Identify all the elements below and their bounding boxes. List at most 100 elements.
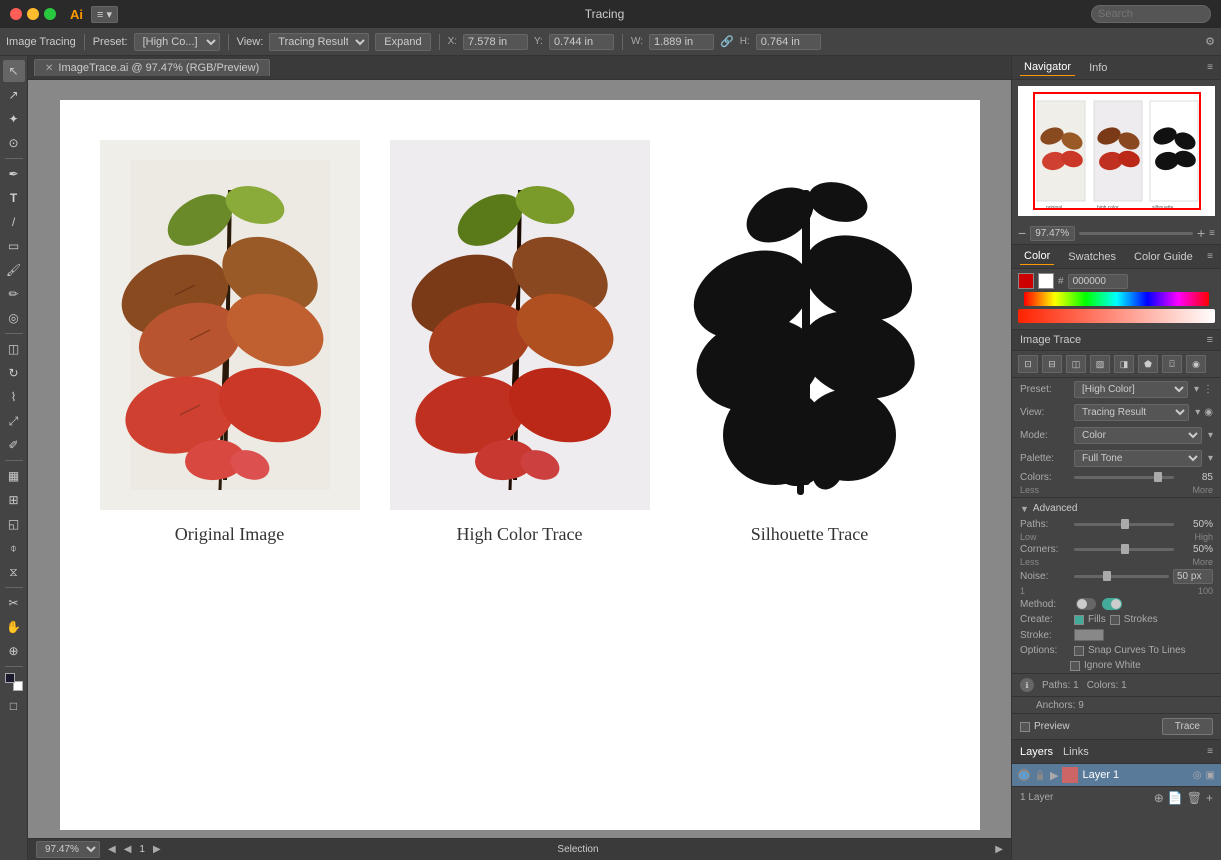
add-layer-button[interactable]: + <box>1206 791 1213 805</box>
layers-collapse-button[interactable]: ≡ <box>1207 746 1213 757</box>
blend-tool-button[interactable]: ⧖ <box>3 561 25 583</box>
zoom-in-button[interactable]: + <box>1197 225 1205 241</box>
warp-tool-button[interactable]: ⌇ <box>3 386 25 408</box>
preset-arrow-icon[interactable]: ▾ <box>1194 384 1199 395</box>
layer-lock-icon[interactable] <box>1034 769 1046 781</box>
y-input[interactable] <box>549 34 614 50</box>
layer-1-item[interactable]: ▶ Layer 1 ◎ ▣ <box>1012 764 1221 786</box>
mesh-tool-button[interactable]: ⊞ <box>3 489 25 511</box>
it-fills-checkbox[interactable] <box>1074 615 1084 625</box>
layer-target-icon[interactable]: ◎ <box>1193 770 1202 781</box>
expand-button[interactable]: Expand <box>375 33 430 51</box>
type-tool-button[interactable]: T <box>3 187 25 209</box>
color-spectrum-bar[interactable] <box>1024 292 1209 306</box>
auto-color-icon[interactable]: ⊡ <box>1018 355 1038 373</box>
zoom-slider[interactable] <box>1079 232 1193 235</box>
gradient-tool-button[interactable]: ◱ <box>3 513 25 535</box>
it-mode-arrow-icon[interactable]: ▾ <box>1208 430 1213 441</box>
background-color-swatch[interactable] <box>1038 273 1054 289</box>
scale-tool-button[interactable]: ⤢ <box>3 410 25 432</box>
layer-visibility-icon[interactable] <box>1018 769 1030 781</box>
tab-links[interactable]: Links <box>1063 746 1089 758</box>
tab-swatches[interactable]: Swatches <box>1064 249 1120 265</box>
it-method-toggle-2[interactable] <box>1102 598 1122 610</box>
preset-select[interactable]: [High Co...] <box>134 33 220 51</box>
it-palette-arrow-icon[interactable]: ▾ <box>1208 453 1213 464</box>
high-color-icon[interactable]: ⊟ <box>1042 355 1062 373</box>
canvas-scroll[interactable]: Original Image <box>28 80 1011 838</box>
rectangle-tool-button[interactable]: ▭ <box>3 235 25 257</box>
page-prev2-button[interactable]: ◀ <box>124 844 132 855</box>
minimize-button[interactable] <box>27 8 39 20</box>
page-next-button[interactable]: ▶ <box>153 844 161 855</box>
direct-selection-tool-button[interactable]: ↗ <box>3 84 25 106</box>
page-prev-button[interactable]: ◀ <box>108 844 116 855</box>
zoom-tool-button[interactable]: ⊕ <box>3 640 25 662</box>
it-palette-dropdown[interactable]: Full Tone <box>1074 450 1202 467</box>
lasso-tool-button[interactable]: ⊙ <box>3 132 25 154</box>
tab-info[interactable]: Info <box>1085 60 1111 76</box>
delete-layer-button[interactable]: 🗑 <box>1187 791 1202 805</box>
silhouette-icon[interactable]: ⬟ <box>1138 355 1158 373</box>
line-tool-button[interactable]: / <box>3 211 25 233</box>
it-colors-slider[interactable] <box>1074 476 1174 479</box>
move-layer-button[interactable]: 📄 <box>1168 791 1183 805</box>
tab-navigator[interactable]: Navigator <box>1020 59 1075 76</box>
scissors-tool-button[interactable]: ✂ <box>3 592 25 614</box>
zoom-value-input[interactable] <box>1030 226 1075 241</box>
paintbrush-tool-button[interactable]: 🖌 <box>3 259 25 281</box>
document-tab[interactable]: ✕ ImageTrace.ai @ 97.47% (RGB/Preview) <box>34 59 270 76</box>
black-white-icon[interactable]: ◨ <box>1114 355 1134 373</box>
rotate-tool-button[interactable]: ↻ <box>3 362 25 384</box>
color-brightness-bar[interactable] <box>1018 309 1215 323</box>
trace-button[interactable]: Trace <box>1162 718 1213 735</box>
it-noise-slider[interactable] <box>1074 575 1169 578</box>
advanced-header[interactable]: ▼ Advanced <box>1012 500 1221 517</box>
pen-tool-button[interactable]: ✒ <box>3 163 25 185</box>
color-hex-input[interactable] <box>1068 274 1128 289</box>
close-button[interactable] <box>10 8 22 20</box>
hand-tool-button[interactable]: ✋ <box>3 616 25 638</box>
preview-checkbox[interactable] <box>1020 722 1030 732</box>
w-input[interactable] <box>649 34 714 50</box>
preset-options-icon[interactable]: ⋮ <box>1203 384 1213 395</box>
technical-icon[interactable]: ◉ <box>1186 355 1206 373</box>
panel-switcher[interactable]: ≡ ▾ <box>91 6 118 23</box>
tab-layers[interactable]: Layers <box>1020 746 1053 758</box>
zoom-select[interactable]: 97.47% <box>36 841 100 858</box>
it-view-eye-icon[interactable]: ◉ <box>1204 407 1213 418</box>
search-input[interactable] <box>1091 5 1211 23</box>
it-view-arrow-icon[interactable]: ▾ <box>1195 407 1200 418</box>
graph-tool-button[interactable]: ▦ <box>3 465 25 487</box>
fill-color-button[interactable] <box>3 671 25 693</box>
it-view-dropdown[interactable]: Tracing Result <box>1074 404 1189 421</box>
layer-expand-icon[interactable]: ▶ <box>1050 769 1058 782</box>
navigator-collapse-button[interactable]: ≡ <box>1207 62 1213 73</box>
pencil-tool-button[interactable]: ✏ <box>3 283 25 305</box>
it-ignore-white-checkbox[interactable] <box>1070 661 1080 671</box>
stroke-value-box[interactable] <box>1074 629 1104 641</box>
grayscale-icon[interactable]: ▨ <box>1090 355 1110 373</box>
x-input[interactable] <box>463 34 528 50</box>
view-select[interactable]: Tracing Result <box>269 33 369 51</box>
color-collapse-button[interactable]: ≡ <box>1207 251 1213 262</box>
tab-color[interactable]: Color <box>1020 248 1054 265</box>
layer-options-icon[interactable]: ▣ <box>1206 770 1215 781</box>
it-corners-slider[interactable] <box>1074 548 1174 551</box>
preset-dropdown[interactable]: [High Color] <box>1074 381 1188 398</box>
navigator-options-button[interactable]: ≡ <box>1209 228 1215 239</box>
tab-close-icon[interactable]: ✕ <box>45 63 53 74</box>
tab-color-guide[interactable]: Color Guide <box>1130 249 1197 265</box>
it-strokes-checkbox[interactable] <box>1110 615 1120 625</box>
blob-brush-tool-button[interactable]: ◎ <box>3 307 25 329</box>
eyedropper-tool-button[interactable]: ⌽ <box>3 537 25 559</box>
line-art-icon[interactable]: ⌼ <box>1162 355 1182 373</box>
zoom-out-button[interactable]: − <box>1018 225 1026 241</box>
magic-wand-tool-button[interactable]: ✦ <box>3 108 25 130</box>
create-sublayer-button[interactable]: ⊕ <box>1154 791 1164 805</box>
foreground-color-swatch[interactable] <box>1018 273 1034 289</box>
shaper-tool-button[interactable]: ✐ <box>3 434 25 456</box>
h-input[interactable] <box>756 34 821 50</box>
it-paths-slider[interactable] <box>1074 523 1174 526</box>
it-mode-dropdown[interactable]: Color <box>1074 427 1202 444</box>
